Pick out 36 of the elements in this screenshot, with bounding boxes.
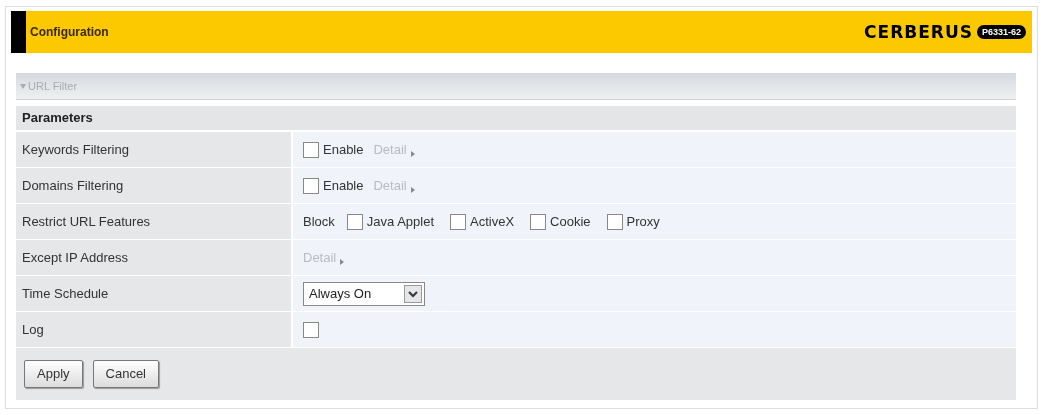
checkbox[interactable] — [606, 213, 623, 230]
section-title: URL Filter — [28, 78, 78, 94]
model-badge: P6331-62 — [976, 25, 1026, 39]
action-button[interactable]: Cancel — [92, 360, 159, 388]
row-label: Time Schedule — [22, 284, 109, 303]
checkbox[interactable] — [303, 141, 319, 158]
checkbox-label: Java Applet — [366, 212, 434, 231]
schedule-dropdown[interactable]: Always On — [303, 281, 425, 306]
arrow-icon — [410, 151, 415, 158]
action-button[interactable]: Apply — [24, 360, 83, 388]
checkbox-label: Enable — [323, 176, 364, 195]
row-label: Domains Filtering — [22, 176, 124, 195]
detail-link[interactable]: Detail — [373, 139, 415, 160]
parameters-title: Parameters — [22, 109, 93, 128]
row-label: Log — [22, 320, 44, 339]
checkbox[interactable] — [530, 213, 547, 230]
checkbox[interactable] — [450, 213, 466, 230]
arrow-icon — [340, 259, 345, 266]
block-label: Block — [303, 212, 335, 231]
checkbox-label: Enable — [323, 140, 364, 159]
checkbox[interactable] — [346, 213, 363, 230]
header-stripe — [11, 11, 26, 53]
checkbox-label: Cookie — [550, 212, 591, 231]
checkbox[interactable] — [303, 321, 319, 338]
row-label: Except IP Address — [22, 248, 128, 267]
detail-link[interactable]: Detail — [303, 247, 345, 268]
brand-logo: CERBERUS — [864, 23, 973, 41]
detail-link[interactable]: Detail — [373, 175, 415, 196]
section-header[interactable]: URL Filter — [16, 73, 1016, 100]
checkbox-label: ActiveX — [470, 212, 515, 231]
checkbox-label: Proxy — [626, 212, 660, 231]
row-label: Keywords Filtering — [22, 140, 129, 159]
checkbox[interactable] — [303, 177, 319, 194]
row-label: Restrict URL Features — [22, 212, 151, 231]
page-title: Configuration — [30, 24, 109, 41]
arrow-icon — [410, 187, 415, 194]
